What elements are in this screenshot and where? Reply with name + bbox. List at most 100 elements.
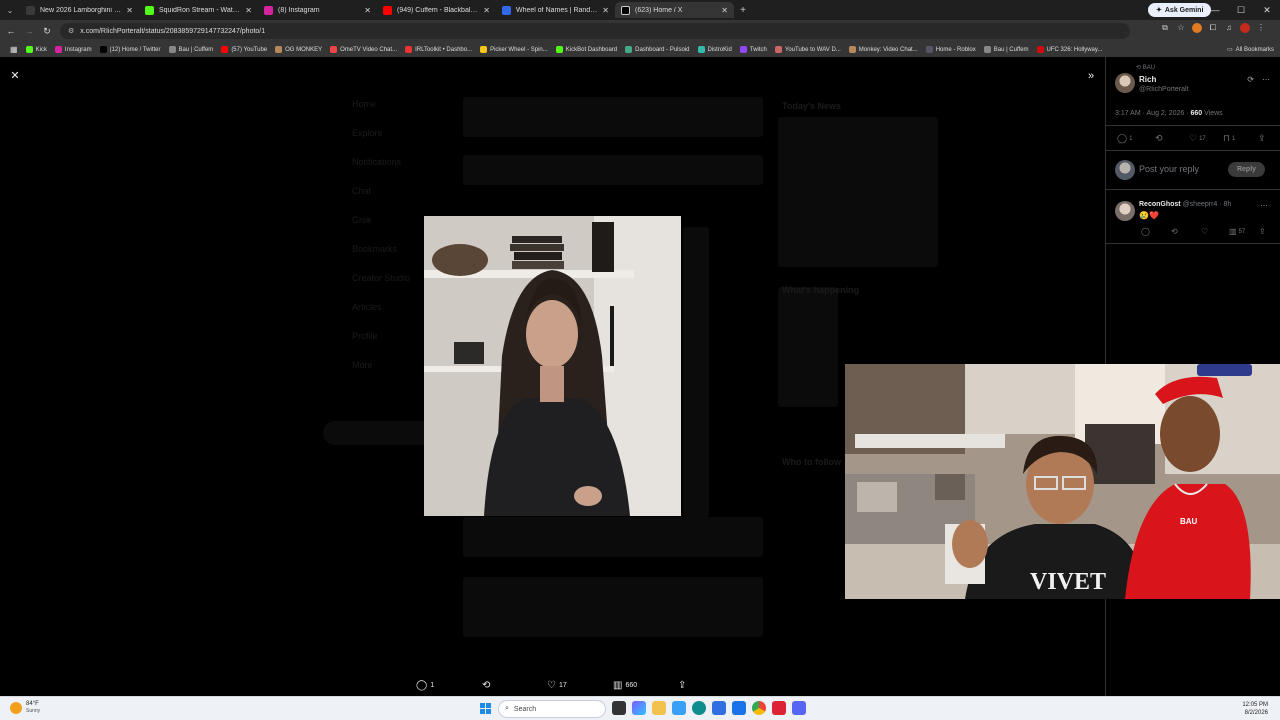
repost-small-icon: ⟲ xyxy=(1136,65,1143,71)
forward-arrow-icon[interactable]: → xyxy=(20,26,38,36)
apps-grid-icon[interactable]: ▦ xyxy=(6,45,22,54)
install-app-icon[interactable]: ⧉ xyxy=(1160,23,1170,33)
panel-repost-button[interactable]: ⟲ xyxy=(1155,133,1165,144)
commenter-name-line[interactable]: ReconGhost @sheeprr4 · 8h xyxy=(1139,201,1231,208)
maximize-icon[interactable]: ☐ xyxy=(1228,0,1254,20)
dim-nav-item: Home xyxy=(352,99,377,109)
comment-views[interactable]: ▥ 57 xyxy=(1229,227,1245,236)
bookmark-item[interactable]: DistroKid xyxy=(694,46,736,53)
bookmark-item[interactable]: Bau | Cuffem xyxy=(165,46,218,53)
photos-icon[interactable] xyxy=(672,701,686,715)
author-name[interactable]: Rich xyxy=(1139,75,1156,84)
comment-like-button[interactable]: ♡ xyxy=(1201,227,1208,236)
bookmark-item[interactable]: Monkey: Video Chat... xyxy=(845,46,922,53)
url-field[interactable]: ⚙ x.com/RIichPorteralt/status/2083859729… xyxy=(60,23,1130,39)
bookmark-item[interactable]: OmeTV Video Chat... xyxy=(326,46,401,53)
tab-close-icon[interactable]: ✕ xyxy=(602,6,609,15)
reply-input[interactable]: Post your reply xyxy=(1139,164,1199,174)
panel-share-button[interactable]: ⇪ xyxy=(1258,133,1266,144)
discord-icon[interactable] xyxy=(792,701,806,715)
bookmark-item[interactable]: UFC 326: Hollyway... xyxy=(1033,46,1107,53)
bookmark-item[interactable]: Instagram xyxy=(51,46,96,53)
share-action[interactable]: ⇪ xyxy=(678,677,686,693)
reply-icon: ◯ xyxy=(1141,227,1150,236)
new-tab-button[interactable]: + xyxy=(734,5,752,16)
browser-tab[interactable]: SquidRon Stream - Watch Live ✕ xyxy=(139,2,258,18)
reply-action[interactable]: ◯ 1 xyxy=(416,677,434,693)
back-arrow-icon[interactable]: ← xyxy=(2,26,20,36)
tab-close-icon[interactable]: ✕ xyxy=(245,6,252,15)
mail-icon[interactable] xyxy=(732,701,746,715)
more-options-icon[interactable]: ⋯ xyxy=(1262,75,1270,84)
weather-widget[interactable]: 84°F Sunny xyxy=(10,701,40,714)
bookmark-item[interactable]: Kick xyxy=(22,46,51,53)
tab-search-icon[interactable]: ⌄ xyxy=(0,0,20,20)
tab-close-icon[interactable]: ✕ xyxy=(364,6,371,15)
browser-tab[interactable]: (623) Home / X ✕ xyxy=(615,2,734,18)
author-handle[interactable]: @RIichPorteralt xyxy=(1139,86,1189,93)
file-explorer-icon[interactable] xyxy=(652,701,666,715)
chrome-icon[interactable] xyxy=(752,701,766,715)
browser-tab[interactable]: (949) Cuffem - Blackballed (Sh ✕ xyxy=(377,2,496,18)
site-info-icon[interactable]: ⚙ xyxy=(68,27,74,35)
views-count: 660 xyxy=(625,681,638,689)
views-action[interactable]: ▥ 660 xyxy=(613,677,637,693)
bookmark-item[interactable]: (12) Home / Twitter xyxy=(96,46,165,53)
tab-favicon-icon xyxy=(26,5,35,15)
bookmark-label: OmeTV Video Chat... xyxy=(340,46,398,53)
bookmark-item[interactable]: Dashboard - Pulsoid xyxy=(621,46,693,53)
bookmark-label: (12) Home / Twitter xyxy=(109,46,161,53)
browser-tab[interactable]: (8) Instagram ✕ xyxy=(258,2,377,18)
commenter-avatar[interactable] xyxy=(1115,201,1135,221)
media-icon[interactable]: ♫ xyxy=(1224,23,1234,33)
post-photo[interactable] xyxy=(424,216,681,516)
taskbar-search[interactable]: ⌕ Search xyxy=(498,700,606,718)
bookmark-item[interactable]: OG MONKEY xyxy=(271,46,326,53)
bookmark-item[interactable]: Picker Wheel - Spin... xyxy=(476,46,552,53)
system-clock[interactable]: 12:05 PM 8/2/2026 xyxy=(1242,701,1268,717)
reload-icon[interactable]: ↻ xyxy=(38,26,56,37)
like-action[interactable]: ♡ 17 xyxy=(547,677,567,693)
comment-share-button[interactable]: ⇪ xyxy=(1259,227,1266,236)
reply-submit-button[interactable]: Reply xyxy=(1228,162,1265,177)
tab-close-icon[interactable]: ✕ xyxy=(126,6,133,15)
extensions-puzzle-icon[interactable]: ⧠ xyxy=(1208,23,1218,33)
windows-start-icon[interactable] xyxy=(480,703,491,714)
task-view-icon[interactable] xyxy=(612,701,626,715)
user-avatar[interactable] xyxy=(1115,160,1135,180)
media-app-icon[interactable] xyxy=(772,701,786,715)
bookmark-item[interactable]: KickBot Dashboard xyxy=(552,46,621,53)
bookmark-item[interactable]: Bau | Cuffem xyxy=(980,46,1033,53)
bookmark-item[interactable]: Twitch xyxy=(736,46,771,53)
tweet-time[interactable]: 3:17 AM · Aug 2, 2026 · xyxy=(1115,110,1191,117)
tab-close-icon[interactable]: ✕ xyxy=(483,6,490,15)
profile-avatar-icon[interactable] xyxy=(1240,23,1250,33)
bookmark-star-icon[interactable]: ☆ xyxy=(1176,23,1186,33)
bookmark-item[interactable]: (57) YouTube xyxy=(217,46,271,53)
panel-reply-button[interactable]: ◯ 1 xyxy=(1117,133,1132,144)
browser-tab[interactable]: New 2026 Lamborghini Urus S ✕ xyxy=(20,2,139,18)
expand-panel-icon[interactable]: » xyxy=(1084,69,1098,83)
close-window-icon[interactable]: ✕ xyxy=(1254,0,1280,20)
close-viewer-icon[interactable]: ✕ xyxy=(8,69,22,83)
panel-bookmark-button[interactable]: ⊓ 1 xyxy=(1223,133,1235,144)
grok-icon[interactable]: ⟳ xyxy=(1247,75,1254,84)
minimize-icon[interactable]: — xyxy=(1202,0,1228,20)
store-icon[interactable] xyxy=(712,701,726,715)
bookmark-item[interactable]: YouTube to WAV D... xyxy=(771,46,845,53)
extension-icon-1[interactable] xyxy=(1192,23,1202,33)
all-bookmarks-button[interactable]: ▭ All Bookmarks xyxy=(1227,42,1274,57)
comment-reply-button[interactable]: ◯ xyxy=(1141,227,1150,236)
bookmark-item[interactable]: IRLToolkit • Dashbo... xyxy=(401,46,476,53)
browser-tab[interactable]: Wheel of Names | Random nam ✕ xyxy=(496,2,615,18)
comment-repost-button[interactable]: ⟲ xyxy=(1171,227,1178,236)
tab-close-icon[interactable]: ✕ xyxy=(721,6,728,15)
bookmark-item[interactable]: Home - Roblox xyxy=(922,46,980,53)
panel-like-button[interactable]: ♡ 17 xyxy=(1189,133,1206,144)
browser-menu-icon[interactable]: ⋮ xyxy=(1256,23,1266,33)
author-avatar[interactable] xyxy=(1115,73,1135,93)
copilot-icon[interactable] xyxy=(632,701,646,715)
comment-more-icon[interactable]: ⋯ xyxy=(1260,201,1268,210)
repost-action[interactable]: ⟲ xyxy=(482,677,490,693)
edge-icon[interactable] xyxy=(692,701,706,715)
